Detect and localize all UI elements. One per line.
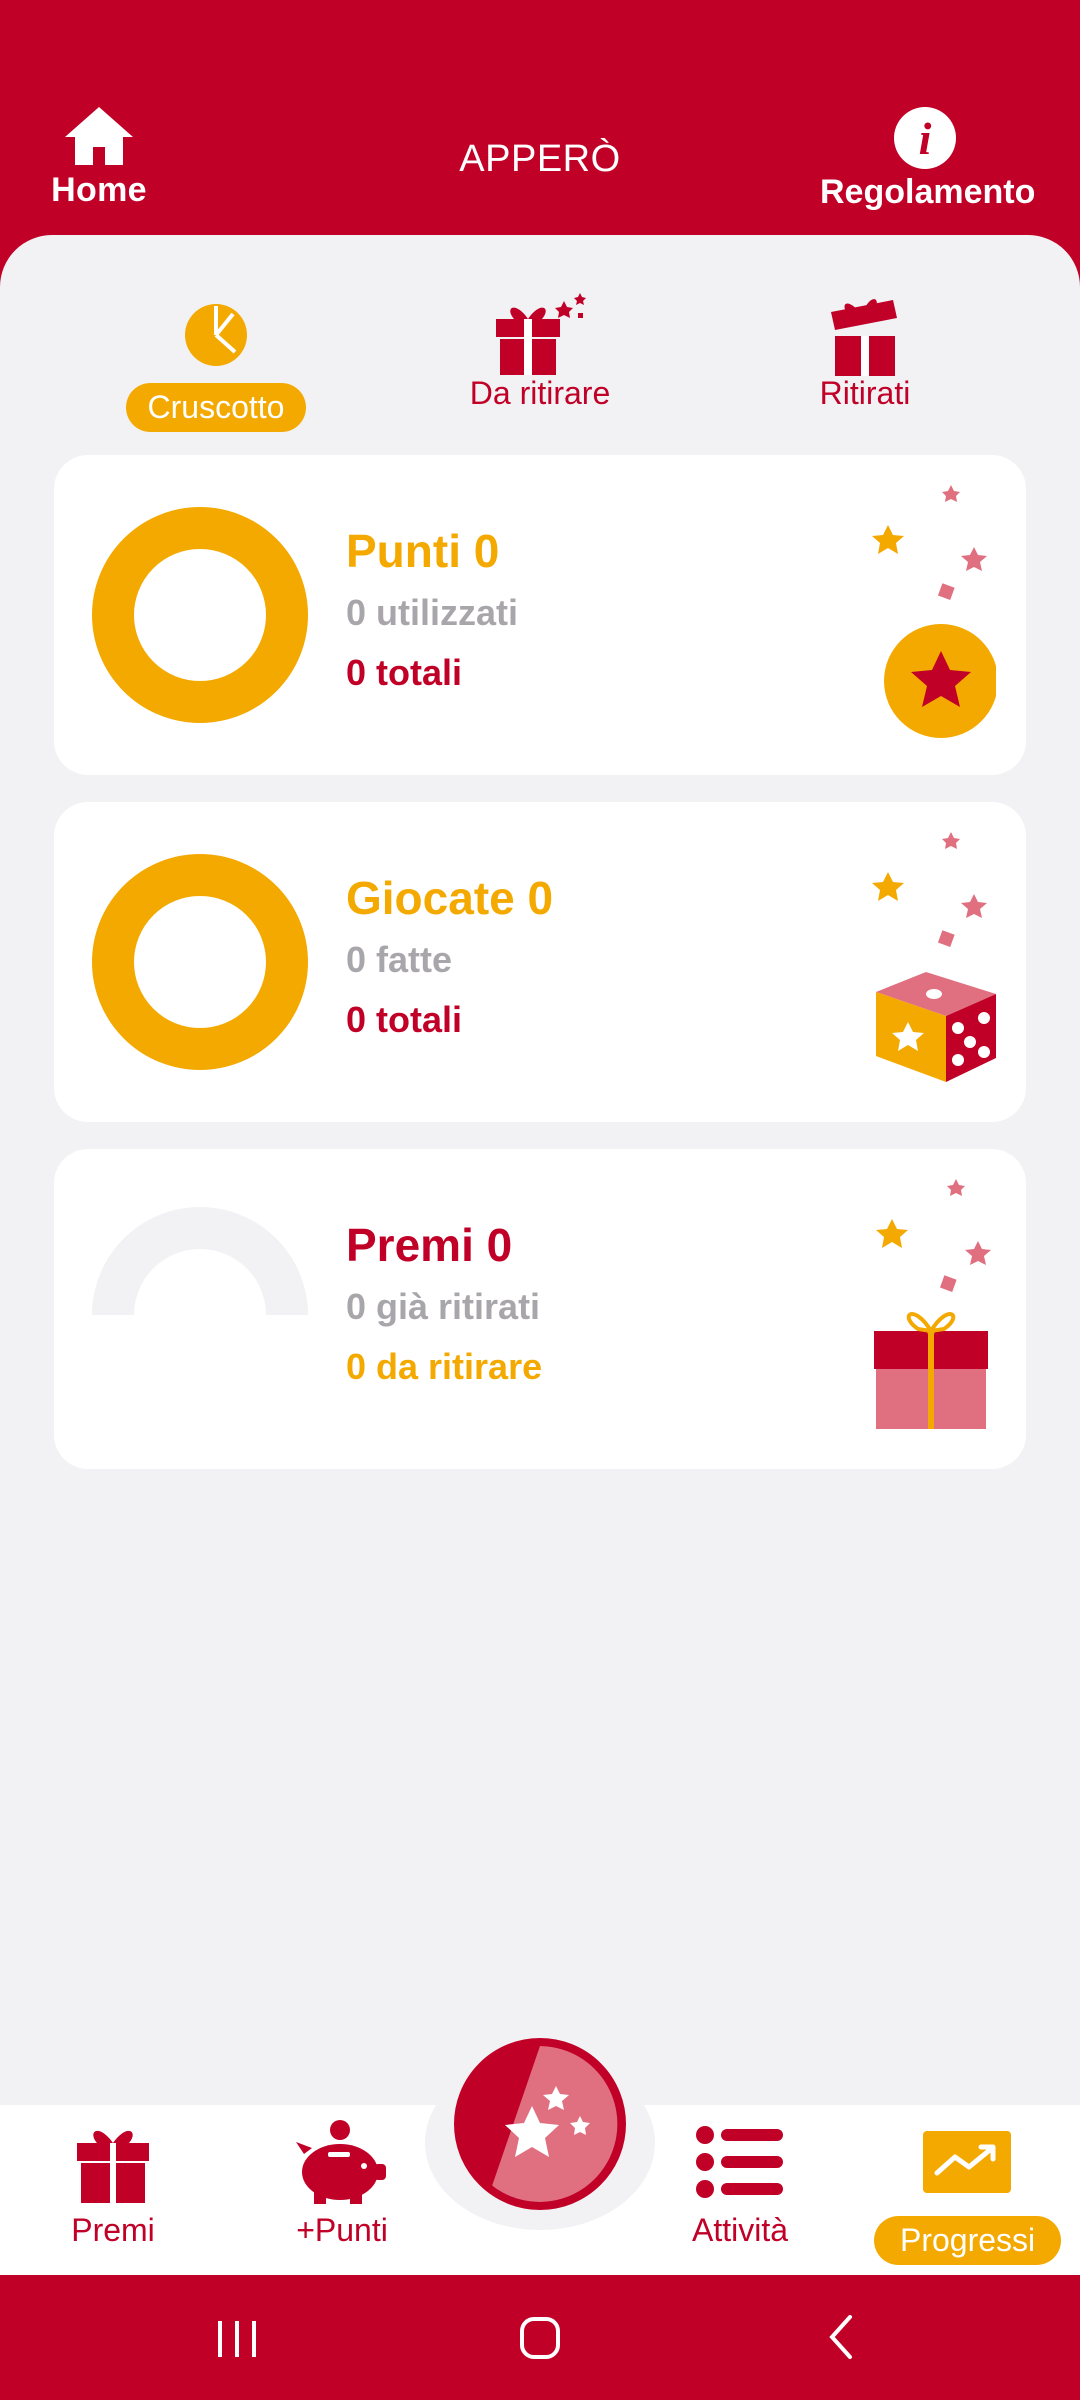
nav-label: Attività [691, 2212, 789, 2248]
rules-label: Regolamento [820, 173, 1036, 211]
prizes-title: Premi 0 [346, 1219, 513, 1271]
open-gift-icon [831, 299, 897, 376]
main-panel: Cruscotto Da ritirare Ritirati Punti 0 0… [0, 235, 1080, 2275]
system-nav-bar [0, 2275, 1080, 2400]
stars-center-icon [492, 2046, 618, 2202]
gift-sparkle-icon [496, 293, 586, 375]
nav-label: Progressi [874, 2216, 1062, 2265]
nav-premi[interactable]: Premi [48, 2112, 178, 2249]
tab-cruscotto[interactable]: Cruscotto [118, 295, 314, 432]
prizes-gauge [92, 1207, 308, 1315]
tab-label: Cruscotto [125, 383, 307, 432]
tab-label: Ritirati [819, 375, 911, 411]
plays-ring [92, 854, 308, 1070]
back-icon[interactable] [820, 2305, 860, 2369]
points-used: 0 utilizzati [346, 592, 519, 633]
list-icon [696, 2126, 783, 2198]
plays-done: 0 fatte [346, 939, 453, 980]
recent-apps-icon[interactable] [212, 2305, 262, 2369]
rules-button[interactable]: i Regolamento [820, 107, 1035, 212]
tab-ritirati[interactable]: Ritirati [760, 295, 970, 412]
piggy-bank-icon [296, 2120, 386, 2204]
prizes-collected: 0 già ritirati [346, 1286, 541, 1327]
nav-punti[interactable]: +Punti [272, 2112, 412, 2249]
app-header: Home APPERÒ i Regolamento [0, 0, 1080, 250]
info-icon: i [894, 107, 956, 169]
points-title: Punti 0 [346, 525, 500, 577]
nav-attivita[interactable]: Attività [680, 2112, 800, 2249]
trend-chart-icon [923, 2131, 1011, 2193]
points-ring [92, 507, 308, 723]
pie-chart-icon [185, 304, 247, 366]
tab-label: Da ritirare [469, 375, 611, 411]
prizes-pending: 0 da ritirare [346, 1346, 543, 1387]
star-badge-icon [872, 485, 996, 738]
gift-icon [77, 2130, 149, 2203]
home-nav-icon[interactable] [514, 2305, 566, 2369]
plays-total: 0 totali [346, 999, 463, 1040]
points-total: 0 totali [346, 652, 463, 693]
plays-title: Giocate 0 [346, 872, 554, 924]
points-card[interactable]: Punti 0 0 utilizzati 0 totali [54, 455, 1026, 775]
tab-bar: Cruscotto Da ritirare Ritirati [0, 293, 1080, 435]
play-center-button[interactable] [454, 2038, 626, 2210]
nav-label: +Punti [296, 2212, 388, 2248]
dice-icon [872, 832, 996, 1082]
prizes-card[interactable]: Premi 0 0 già ritirati 0 da ritirare [54, 1149, 1026, 1469]
tab-da-ritirare[interactable]: Da ritirare [440, 293, 640, 412]
nav-progressi[interactable]: Progressi [874, 2112, 1062, 2265]
gift-box-icon [874, 1179, 991, 1429]
plays-card[interactable]: Giocate 0 0 fatte 0 totali [54, 802, 1026, 1122]
nav-label: Premi [71, 2212, 155, 2248]
